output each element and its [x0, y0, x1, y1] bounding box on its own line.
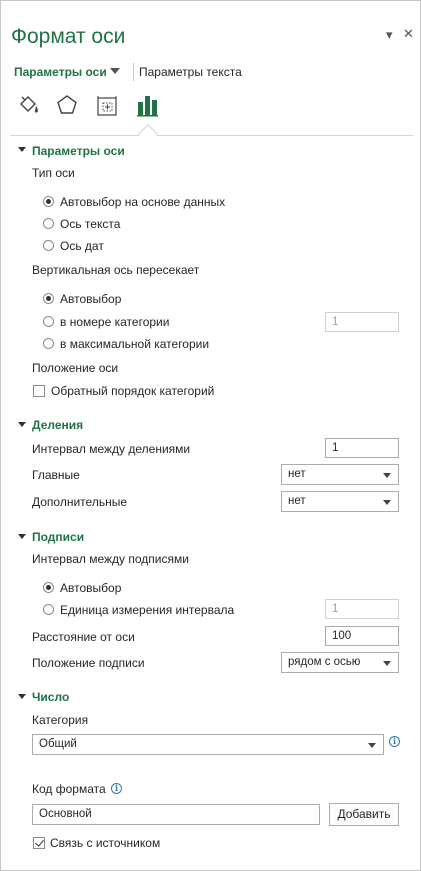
- minor-tick-dropdown[interactable]: нет: [281, 491, 399, 512]
- section-collapse-icon[interactable]: [18, 147, 26, 152]
- label-position-dropdown[interactable]: рядом с осью: [281, 652, 399, 673]
- icon-row-divider: [10, 135, 413, 136]
- chevron-down-icon: [368, 743, 376, 748]
- radio-label-interval-unit[interactable]: [43, 604, 54, 615]
- radio-crosses-max-category-label[interactable]: в максимальной категории: [60, 337, 209, 351]
- format-code-label: Код формата: [32, 782, 106, 796]
- number-category-label: Категория: [32, 713, 89, 727]
- radio-label-interval-auto[interactable]: [43, 582, 54, 593]
- label-position-label: Положение подписи: [32, 656, 145, 670]
- reverse-order-label[interactable]: Обратный порядок категорий: [51, 384, 214, 398]
- fill-line-icon[interactable]: [17, 93, 41, 117]
- tab-separator: [133, 63, 134, 81]
- effects-pentagon-icon[interactable]: [55, 93, 79, 117]
- radio-axis-type-text[interactable]: [43, 218, 54, 229]
- axis-options-bar-chart-icon[interactable]: [135, 92, 161, 118]
- section-labels-heading[interactable]: Подписи: [32, 530, 84, 544]
- chevron-down-icon: [383, 661, 391, 666]
- pane-title: Формат оси: [11, 25, 126, 48]
- radio-axis-type-text-label[interactable]: Ось текста: [60, 217, 120, 231]
- radio-crosses-max-category[interactable]: [43, 338, 54, 349]
- radio-axis-type-date[interactable]: [43, 240, 54, 251]
- tick-interval-label: Интервал между делениями: [32, 442, 191, 456]
- add-format-button[interactable]: Добавить: [329, 803, 399, 826]
- format-code-info-icon[interactable]: i: [111, 783, 122, 794]
- section-collapse-icon[interactable]: [18, 422, 26, 427]
- close-icon[interactable]: ✕: [403, 26, 414, 42]
- reverse-order-checkbox[interactable]: [33, 385, 45, 397]
- vertical-axis-crosses-label: Вертикальная ось пересекает: [32, 263, 200, 277]
- category-info-icon[interactable]: i: [389, 736, 400, 747]
- major-tick-value: нет: [288, 468, 306, 480]
- pane-options-dropdown-icon[interactable]: ▾: [386, 27, 393, 43]
- label-interval-unit-input[interactable]: 1: [325, 599, 399, 619]
- tab-axis-options-chevron-down-icon[interactable]: [110, 68, 120, 74]
- tick-interval-input[interactable]: 1: [325, 438, 399, 458]
- link-to-source-checkbox[interactable]: [33, 837, 45, 849]
- selected-tab-notch: [138, 124, 158, 144]
- radio-label-interval-unit-label[interactable]: Единица измерения интервала: [60, 603, 234, 617]
- major-tick-label: Главные: [32, 468, 80, 482]
- radio-crosses-category-number[interactable]: [43, 316, 54, 327]
- minor-tick-value: нет: [288, 495, 306, 507]
- tab-text-options[interactable]: Параметры текста: [139, 65, 242, 79]
- radio-axis-type-date-label[interactable]: Ось дат: [60, 239, 104, 253]
- radio-crosses-auto-label[interactable]: Автовыбор: [60, 292, 121, 306]
- size-properties-icon[interactable]: [95, 94, 119, 118]
- chevron-down-icon: [383, 473, 391, 478]
- format-code-input[interactable]: Основной: [32, 804, 320, 825]
- axis-type-label: Тип оси: [32, 166, 75, 180]
- number-category-dropdown[interactable]: Общий: [32, 734, 384, 755]
- label-distance-label: Расстояние от оси: [32, 630, 135, 644]
- number-category-value: Общий: [39, 738, 77, 750]
- major-tick-dropdown[interactable]: нет: [281, 464, 399, 485]
- tab-axis-options[interactable]: Параметры оси: [14, 65, 107, 79]
- section-collapse-icon[interactable]: [18, 534, 26, 539]
- label-interval-label: Интервал между подписями: [32, 552, 189, 566]
- radio-crosses-category-number-label[interactable]: в номере категории: [60, 315, 169, 329]
- axis-position-label: Положение оси: [32, 361, 119, 375]
- section-collapse-icon[interactable]: [18, 694, 26, 699]
- link-to-source-label[interactable]: Связь с источником: [50, 836, 160, 850]
- label-position-value: рядом с осью: [288, 656, 361, 668]
- format-axis-pane: Формат оси ▾ ✕ Параметры оси Параметры т…: [0, 0, 421, 871]
- radio-axis-type-auto[interactable]: [43, 196, 54, 207]
- section-number-heading[interactable]: Число: [32, 690, 69, 704]
- radio-axis-type-auto-label[interactable]: Автовыбор на основе данных: [60, 195, 225, 209]
- section-tick-marks-heading[interactable]: Деления: [32, 418, 83, 432]
- minor-tick-label: Дополнительные: [32, 495, 127, 509]
- label-distance-input[interactable]: 100: [325, 626, 399, 646]
- section-axis-options-heading[interactable]: Параметры оси: [32, 144, 125, 158]
- radio-label-interval-auto-label[interactable]: Автовыбор: [60, 581, 121, 595]
- category-number-input[interactable]: 1: [325, 312, 399, 332]
- radio-crosses-auto[interactable]: [43, 293, 54, 304]
- chevron-down-icon: [383, 500, 391, 505]
